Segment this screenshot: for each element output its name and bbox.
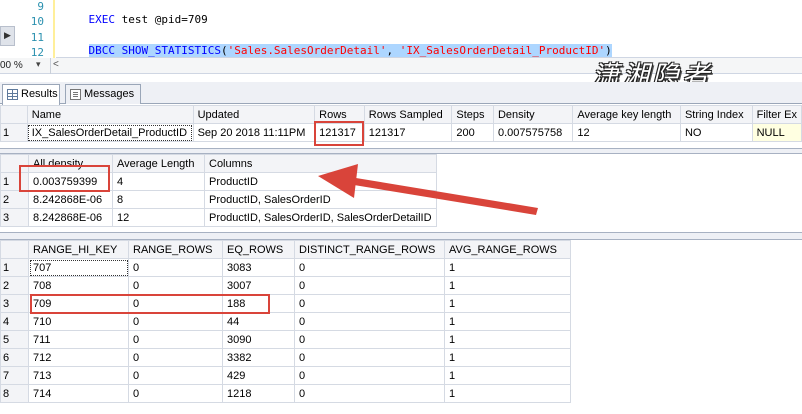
annotation-arrow-icon [318,164,538,215]
